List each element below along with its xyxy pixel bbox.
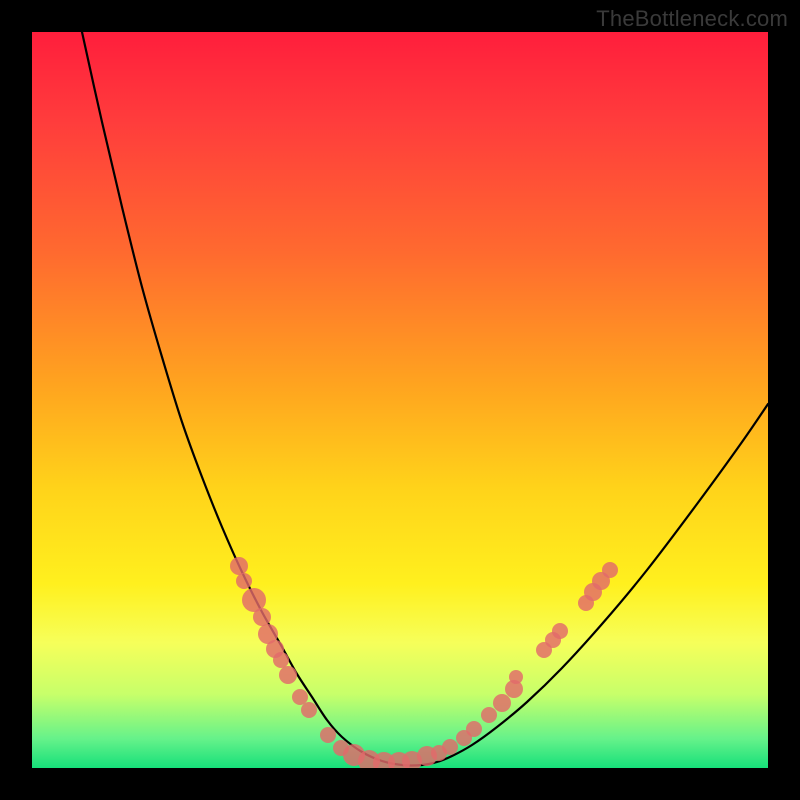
chart-plot-area: [32, 32, 768, 768]
sample-dot: [481, 707, 497, 723]
sample-dot: [493, 694, 511, 712]
sample-dot: [253, 608, 271, 626]
chart-frame: TheBottleneck.com: [0, 0, 800, 800]
sample-dot: [602, 562, 618, 578]
sample-dot: [466, 721, 482, 737]
sample-dot: [552, 623, 568, 639]
sample-dot: [301, 702, 317, 718]
sample-dot: [320, 727, 336, 743]
sample-dot: [509, 670, 523, 684]
sample-dots-group: [230, 557, 618, 768]
sample-dot: [273, 652, 289, 668]
sample-dot: [292, 689, 308, 705]
bottleneck-curve: [82, 32, 768, 765]
sample-dot: [442, 739, 458, 755]
sample-dot: [279, 666, 297, 684]
sample-dot: [230, 557, 248, 575]
chart-overlay: [32, 32, 768, 768]
attribution-text: TheBottleneck.com: [596, 6, 788, 32]
sample-dot: [236, 573, 252, 589]
